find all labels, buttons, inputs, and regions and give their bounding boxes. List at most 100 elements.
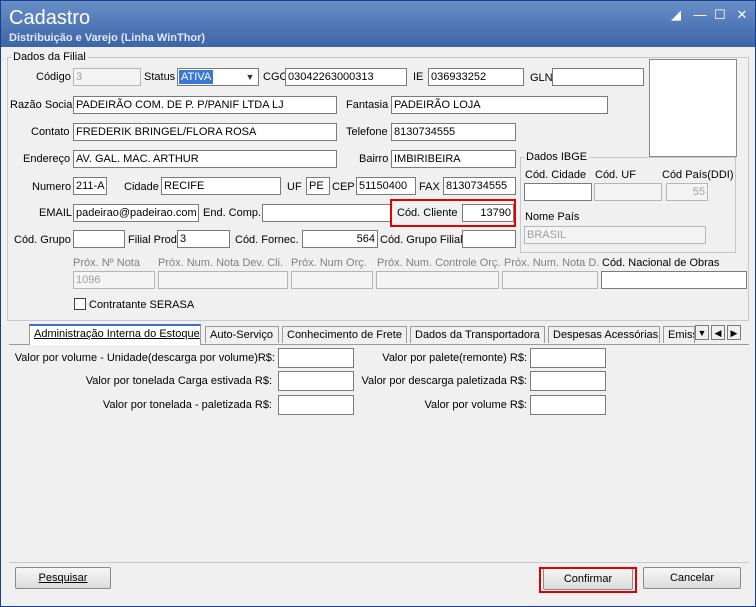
contato-label: Contato xyxy=(31,126,70,138)
cidade-label: Cidade xyxy=(124,181,159,193)
gln-label: GLN xyxy=(530,72,553,84)
nome-pais-field[interactable]: BRASIL xyxy=(524,226,706,244)
prox-nota-field[interactable]: 1096 xyxy=(73,271,155,289)
fantasia-field[interactable]: PADEIRÃO LOJA xyxy=(391,96,608,114)
filial-group-title: Dados da Filial xyxy=(11,51,88,63)
footer-divider xyxy=(9,562,749,563)
contato-field[interactable]: FREDERIK BRINGEL/FLORA ROSA xyxy=(73,123,337,141)
numero-field[interactable]: 211-A xyxy=(73,177,107,195)
cod-cidade-label: Cód. Cidade xyxy=(525,169,587,181)
cep-label: CEP xyxy=(332,181,355,193)
fax-label: FAX xyxy=(419,181,440,193)
valor-volume-label: Valor por volume R$: xyxy=(424,399,527,411)
codigo-label: Código xyxy=(36,71,71,83)
prox-nota-dev-field[interactable] xyxy=(158,271,288,289)
minimize-icon[interactable]: — xyxy=(691,7,709,22)
restore-icon[interactable]: ◢ xyxy=(667,7,685,23)
ie-label: IE xyxy=(413,71,424,83)
bairro-label: Bairro xyxy=(359,153,389,165)
tab-emiss[interactable]: Emiss xyxy=(663,326,695,343)
contratante-serasa-checkbox[interactable] xyxy=(74,298,86,310)
valor-tonelada-paletizada-field[interactable] xyxy=(278,395,354,415)
cod-pais-field[interactable]: 55 xyxy=(666,183,708,201)
cep-field[interactable]: 51150400 xyxy=(356,177,416,195)
cod-cliente-highlight xyxy=(390,199,516,227)
photo-box[interactable] xyxy=(649,59,737,157)
cod-grupo-label: Cód. Grupo xyxy=(14,234,71,246)
prox-nota-d-label: Próx. Num. Nota D. xyxy=(504,257,600,269)
cgc-field[interactable]: 03042263000313 xyxy=(285,68,407,86)
filial-prod-field[interactable]: 3 xyxy=(177,230,230,248)
tab-dropdown-icon[interactable]: ▼ xyxy=(695,325,709,340)
tab-despesas-acessorias[interactable]: Despesas Acessórias xyxy=(548,326,660,343)
cod-fornec-field[interactable]: 564 xyxy=(302,230,378,248)
chevron-down-icon[interactable]: ▼ xyxy=(242,69,258,85)
cod-fornec-label: Cód. Fornec. xyxy=(235,234,299,246)
uf-label: UF xyxy=(287,181,302,193)
gln-field[interactable] xyxy=(552,68,644,86)
title-bar: Cadastro Distribuição e Varejo (Linha Wi… xyxy=(1,1,755,47)
prox-orc-field[interactable] xyxy=(291,271,373,289)
tab-conhecimento-frete[interactable]: Conhecimento de Frete xyxy=(282,326,407,343)
email-field[interactable]: padeirao@padeirao.com xyxy=(73,204,199,222)
cancelar-button[interactable]: Cancelar xyxy=(643,567,741,589)
prox-nota-dev-label: Próx. Num. Nota Dev. Cli. xyxy=(158,257,284,269)
valor-volume-unidade-field[interactable] xyxy=(278,348,354,368)
valor-palete-field[interactable] xyxy=(530,348,606,368)
tab-dados-transportadora[interactable]: Dados da Transportadora xyxy=(410,326,545,343)
cgc-label: CGC xyxy=(263,71,288,83)
valor-volume-field[interactable] xyxy=(530,395,606,415)
cod-grupo-filial-label: Cód. Grupo Filial xyxy=(380,234,463,246)
tab-administracao-estoque[interactable]: Administração Interna do Estoque xyxy=(29,324,201,345)
status-label: Status xyxy=(144,71,176,83)
cod-uf-label: Cód. UF xyxy=(595,169,636,181)
valor-volume-unidade-label: Valor por volume - Unidade(descarga por … xyxy=(14,352,275,364)
prox-nota-label: Próx. Nº Nota xyxy=(73,257,140,269)
telefone-field[interactable]: 8130734555 xyxy=(391,123,516,141)
tab-auto-servico[interactable]: Auto-Serviço xyxy=(205,326,279,343)
fantasia-label: Fantasia xyxy=(346,99,389,111)
prox-orc-label: Próx. Num Orç. xyxy=(291,257,367,269)
valor-palete-label: Valor por palete(remonte) R$: xyxy=(382,352,527,364)
valor-tonelada-estivada-label: Valor por tonelada Carga estivada R$: xyxy=(85,375,272,387)
close-icon[interactable]: ✕ xyxy=(733,7,751,23)
email-label: EMAIL xyxy=(39,207,73,219)
end-comp-field[interactable] xyxy=(262,204,392,222)
cod-nac-obras-field[interactable] xyxy=(601,271,747,289)
cod-nac-obras-label: Cód. Nacional de Obras xyxy=(602,257,720,269)
razao-social-label: Razão Social xyxy=(10,99,75,111)
razao-social-field[interactable]: PADEIRÃO COM. DE P. P/PANIF LTDA LJ xyxy=(73,96,337,114)
uf-field[interactable]: PE xyxy=(306,177,330,195)
tab-scroll-right-icon[interactable]: ▶ xyxy=(727,325,741,340)
window-title: Cadastro xyxy=(9,7,91,29)
contratante-serasa-label: Contratante SERASA xyxy=(89,299,195,311)
pesquisar-button[interactable]: Pesquisar xyxy=(15,567,111,589)
cidade-field[interactable]: RECIFE xyxy=(161,177,281,195)
cod-grupo-field[interactable] xyxy=(73,230,125,248)
ie-field[interactable]: 036933252 xyxy=(428,68,524,86)
valor-descarga-paletizada-field[interactable] xyxy=(530,371,606,391)
tab-scroll-left-icon[interactable]: ◀ xyxy=(711,325,725,340)
cod-pais-label: Cód País(DDI) xyxy=(662,169,734,181)
prox-controle-orc-label: Próx. Num. Controle Orç. xyxy=(377,257,501,269)
valor-tonelada-paletizada-label: Valor por tonelada - paletizada R$: xyxy=(102,399,272,411)
cadastro-window: Cadastro Distribuição e Varejo (Linha Wi… xyxy=(0,0,756,607)
cod-grupo-filial-field[interactable] xyxy=(462,230,516,248)
nome-pais-label: Nome País xyxy=(525,211,580,223)
cod-uf-field[interactable] xyxy=(594,183,662,201)
status-select[interactable]: ATIVA ▼ xyxy=(177,68,259,86)
cod-cidade-field[interactable] xyxy=(524,183,592,201)
confirmar-highlight xyxy=(539,567,637,593)
endereco-label: Endereço xyxy=(23,153,71,165)
bairro-field[interactable]: IMBIRIBEIRA xyxy=(391,150,516,168)
telefone-label: Telefone xyxy=(346,126,388,138)
numero-label: Numero xyxy=(32,181,72,193)
fax-field[interactable]: 8130734555 xyxy=(443,177,516,195)
prox-nota-d-field[interactable] xyxy=(502,271,598,289)
maximize-icon[interactable]: ☐ xyxy=(711,7,729,23)
prox-controle-orc-field[interactable] xyxy=(376,271,499,289)
window-subtitle: Distribuição e Varejo (Linha WinThor) xyxy=(9,32,206,44)
endereco-field[interactable]: AV. GAL. MAC. ARTHUR xyxy=(73,150,337,168)
status-value: ATIVA xyxy=(179,70,214,84)
codigo-field[interactable]: 3 xyxy=(73,68,141,86)
